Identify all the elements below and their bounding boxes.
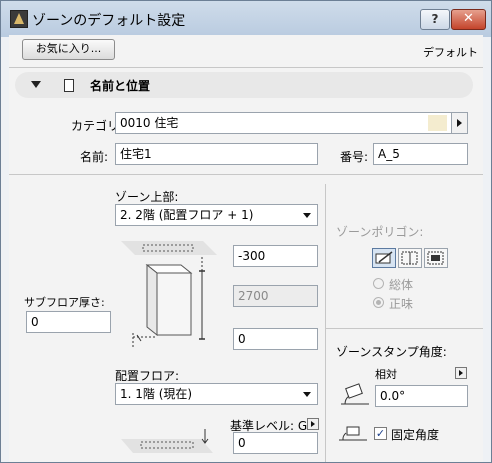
zone-default-settings-dialog: ゾーンのデフォルト設定 ? ✕ お気に入り... デフォルト 名前と位置 カテゴ… (0, 0, 492, 463)
zone-stamp-icon (64, 79, 74, 92)
fixed-angle-checkbox[interactable]: ✓ (374, 427, 387, 440)
net-label: 正味 (389, 297, 414, 311)
help-button[interactable]: ? (420, 9, 450, 30)
close-button[interactable]: ✕ (451, 9, 486, 30)
zone-bottom-offset-field[interactable]: 0 (233, 328, 318, 350)
number-label: 番号: (340, 150, 369, 164)
zone-top-dropdown[interactable]: 2. 2階 (配置フロア + 1) (115, 204, 318, 226)
chevron-down-icon (303, 213, 311, 218)
zone-height-diagram-icon (121, 241, 217, 347)
gross-radio (373, 278, 384, 289)
reference-level-arrow-button[interactable] (307, 418, 319, 430)
fixed-angle-icon (339, 426, 367, 441)
rectangle-draw-method-button[interactable] (398, 248, 422, 268)
title-bar[interactable]: ゾーンのデフォルト設定 ? ✕ (1, 1, 491, 37)
polygon-draw-method-button[interactable] (372, 248, 396, 268)
home-story-label: 配置フロア: (115, 369, 180, 383)
name-field[interactable]: 住宅1 (115, 143, 318, 165)
gross-label: 総体 (389, 278, 414, 292)
net-radio (373, 297, 384, 308)
stamp-angle-field[interactable]: 0.0° (375, 385, 468, 407)
polygon-draw-icon (375, 251, 393, 264)
zone-top-label: ゾーン上部: (115, 190, 179, 204)
home-story-dropdown[interactable]: 1. 1階 (現在) (115, 383, 318, 405)
subfloor-field[interactable]: 0 (26, 311, 111, 333)
chevron-down-icon (303, 392, 311, 397)
collapse-triangle-icon[interactable] (31, 81, 41, 88)
angle-mode-arrow-button[interactable] (455, 367, 467, 379)
fixed-angle-label: 固定角度 (391, 428, 440, 442)
auto-draw-method-button[interactable] (424, 248, 448, 268)
number-field[interactable]: A_5 (373, 143, 468, 165)
category-value: 0010 住宅 (120, 116, 179, 130)
home-story-value: 1. 1階 (現在) (120, 387, 193, 401)
vertical-separator (325, 184, 326, 462)
zone-polygon-label: ゾーンポリゴン: (336, 225, 424, 239)
rectangle-draw-icon (401, 251, 418, 265)
dialog-content: お気に入り... デフォルト 名前と位置 カテゴリ: 0010 住宅 名前: 住… (9, 35, 483, 462)
subfloor-label: サブフロア厚さ: (24, 296, 105, 309)
category-color-swatch (428, 115, 447, 131)
reference-level-diagram-icon (121, 429, 213, 453)
header-separator (9, 67, 483, 68)
default-label: デフォルト (423, 46, 478, 59)
section-header-name-and-position[interactable]: 名前と位置 (15, 72, 473, 98)
favorites-button[interactable]: お気に入り... (22, 39, 115, 60)
archicad-app-icon (10, 10, 28, 28)
window-title: ゾーンのデフォルト設定 (32, 13, 186, 29)
angle-mode-label: 相対 (375, 368, 397, 381)
stamp-angle-icon (341, 383, 369, 405)
stamp-angle-label: ゾーンスタンプ角度: (336, 345, 447, 359)
reference-level-field[interactable]: 0 (233, 432, 318, 454)
zone-height-field: 2700 (233, 285, 318, 307)
category-dropdown[interactable]: 0010 住宅 (115, 112, 468, 134)
right-separator (325, 328, 483, 329)
zone-top-offset-field[interactable]: -300 (233, 245, 318, 267)
category-arrow-button[interactable] (451, 113, 467, 133)
name-label: 名前: (80, 150, 109, 164)
section-title: 名前と位置 (90, 79, 151, 93)
auto-draw-icon (427, 251, 444, 265)
section-separator (9, 174, 483, 175)
zone-top-value: 2. 2階 (配置フロア + 1) (120, 208, 254, 222)
